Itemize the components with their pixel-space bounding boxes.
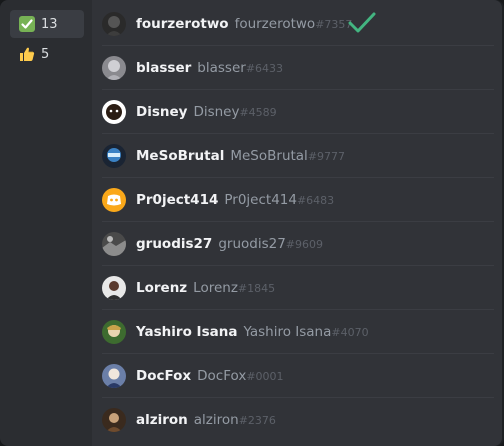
user-nickname: gruodis27 <box>136 236 213 252</box>
white-check-mark-emoji-icon <box>19 16 35 32</box>
user-discriminator: #7357 <box>315 17 353 31</box>
reaction-sidebar: 13 5 <box>0 0 92 446</box>
avatar <box>102 320 126 344</box>
avatar <box>102 408 126 432</box>
user-row[interactable]: Disney Disney #4589 <box>92 90 502 134</box>
user-discriminator: #6433 <box>245 61 284 75</box>
user-username: Yashiro Isana <box>243 324 332 340</box>
reaction-count: 13 <box>41 16 58 32</box>
user-username: alziron <box>193 412 239 428</box>
user-row[interactable]: Yashiro Isana Yashiro Isana #4070 <box>92 310 502 354</box>
user-row[interactable]: gruodis27 gruodis27 #9609 <box>92 222 502 266</box>
user-row[interactable]: DocFox DocFox #0001 <box>92 354 502 398</box>
avatar <box>102 364 126 388</box>
reaction-count: 5 <box>41 46 50 62</box>
avatar <box>102 12 126 36</box>
user-nickname: MeSoBrutal <box>136 148 225 164</box>
user-discriminator: #9609 <box>285 237 324 251</box>
user-discriminator: #4070 <box>331 325 369 339</box>
avatar <box>102 144 126 168</box>
thumbs-up-emoji-icon <box>19 46 35 62</box>
user-row[interactable]: fourzerotwo fourzerotwo #7357 <box>92 2 502 46</box>
avatar <box>102 276 126 300</box>
green-check-icon <box>348 12 376 34</box>
user-username: gruodis27 <box>218 236 286 252</box>
user-username: Pr0ject414 <box>224 192 297 208</box>
user-discriminator: #6483 <box>296 193 335 207</box>
user-nickname: alziron <box>136 412 188 428</box>
avatar <box>102 100 126 124</box>
avatar <box>102 56 126 80</box>
user-discriminator: #1845 <box>237 281 276 295</box>
reactions-modal: 13 5 fourzerotwo fourzerotwo #7357 blass… <box>0 0 504 446</box>
user-row[interactable]: alziron alziron #2376 <box>92 398 502 442</box>
user-username: DocFox <box>197 368 247 384</box>
user-nickname: Disney <box>136 104 188 120</box>
user-list-panel: fourzerotwo fourzerotwo #7357 blasser bl… <box>92 0 502 446</box>
user-nickname: Pr0ject414 <box>136 192 219 208</box>
user-username: MeSoBrutal <box>230 148 308 164</box>
user-row[interactable]: blasser blasser #6433 <box>92 46 502 90</box>
user-discriminator: #2376 <box>238 413 276 427</box>
user-username: fourzerotwo <box>234 16 316 32</box>
reaction-tab-check[interactable]: 13 <box>10 10 84 38</box>
user-row[interactable]: Lorenz Lorenz #1845 <box>92 266 502 310</box>
user-nickname: DocFox <box>136 368 192 384</box>
user-nickname: fourzerotwo <box>136 16 229 32</box>
user-nickname: Yashiro Isana <box>136 324 238 340</box>
user-discriminator: #9777 <box>307 149 346 163</box>
user-username: blasser <box>197 60 246 76</box>
user-username: Lorenz <box>193 280 238 296</box>
avatar <box>102 232 126 256</box>
user-nickname: Lorenz <box>136 280 188 296</box>
user-row[interactable]: Pr0ject414 Pr0ject414 #6483 <box>92 178 502 222</box>
user-nickname: blasser <box>136 60 192 76</box>
reaction-tab-thumbs-up[interactable]: 5 <box>10 40 84 68</box>
user-discriminator: #0001 <box>246 369 284 383</box>
user-row[interactable]: MeSoBrutal MeSoBrutal #9777 <box>92 134 502 178</box>
avatar <box>102 188 126 212</box>
user-username: Disney <box>193 104 240 120</box>
user-discriminator: #4589 <box>239 105 277 119</box>
